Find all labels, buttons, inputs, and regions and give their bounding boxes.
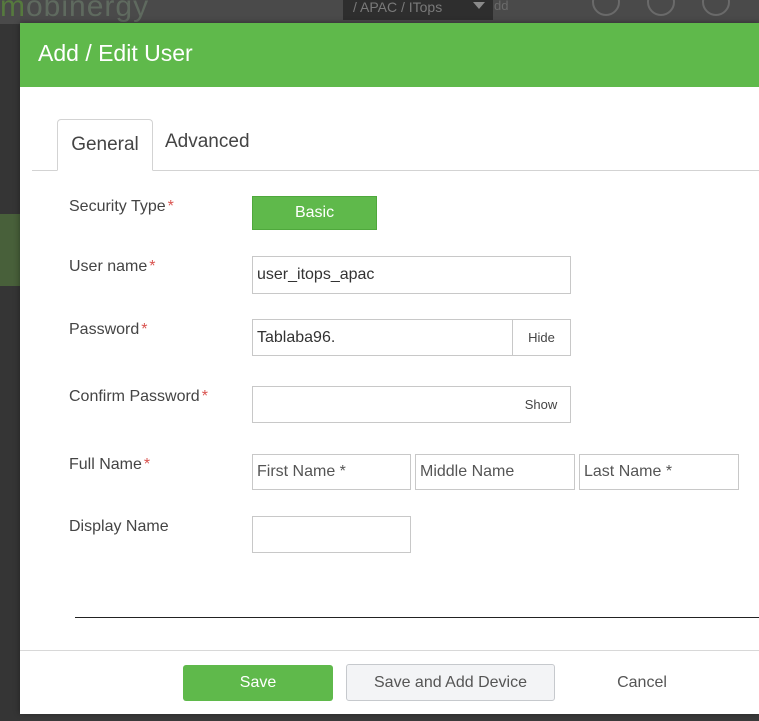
security-type-label: Security Type * [69, 198, 174, 215]
chevron-down-icon [473, 2, 485, 9]
password-hide-toggle[interactable]: Hide [512, 320, 570, 355]
background-sidebar-active-item [0, 214, 20, 286]
dialog-footer: Save Save and Add Device Cancel [20, 650, 759, 714]
last-name-input[interactable] [579, 454, 739, 490]
tab-bar: General Advanced [32, 119, 759, 171]
user-name-label: User name * [69, 258, 156, 275]
save-and-add-device-button[interactable]: Save and Add Device [346, 664, 555, 701]
tab-advanced[interactable]: Advanced [165, 119, 250, 170]
required-mark: * [149, 258, 156, 275]
form-divider [75, 617, 759, 618]
background-add-label: dd [494, 0, 509, 13]
save-button[interactable]: Save [183, 665, 333, 701]
required-mark: * [167, 198, 174, 215]
cancel-button[interactable]: Cancel [592, 665, 692, 701]
middle-name-input[interactable] [415, 454, 575, 490]
display-name-label: Display Name [69, 518, 169, 535]
dialog-header: Add / Edit User [20, 23, 759, 87]
background-breadcrumb: / APAC / ITops [343, 0, 493, 20]
security-type-basic-button[interactable]: Basic [252, 196, 377, 230]
required-mark: * [143, 456, 151, 473]
user-name-input[interactable] [252, 256, 571, 294]
confirm-password-label: Confirm Password * [69, 388, 208, 405]
display-name-input[interactable] [252, 516, 411, 553]
password-label: Password * [69, 321, 148, 338]
background-topbar-right [740, 0, 759, 24]
app-logo: mobinergy [0, 0, 150, 23]
add-edit-user-dialog: Add / Edit User General Advanced Securit… [20, 23, 759, 714]
full-name-label: Full Name * [69, 456, 151, 473]
tab-general[interactable]: General [57, 119, 153, 171]
first-name-input[interactable] [252, 454, 411, 490]
required-mark: * [141, 321, 148, 338]
dialog-title: Add / Edit User [38, 40, 193, 66]
confirm-password-show-toggle[interactable]: Show [512, 387, 570, 422]
required-mark: * [201, 388, 208, 405]
background-sidebar [0, 24, 20, 721]
